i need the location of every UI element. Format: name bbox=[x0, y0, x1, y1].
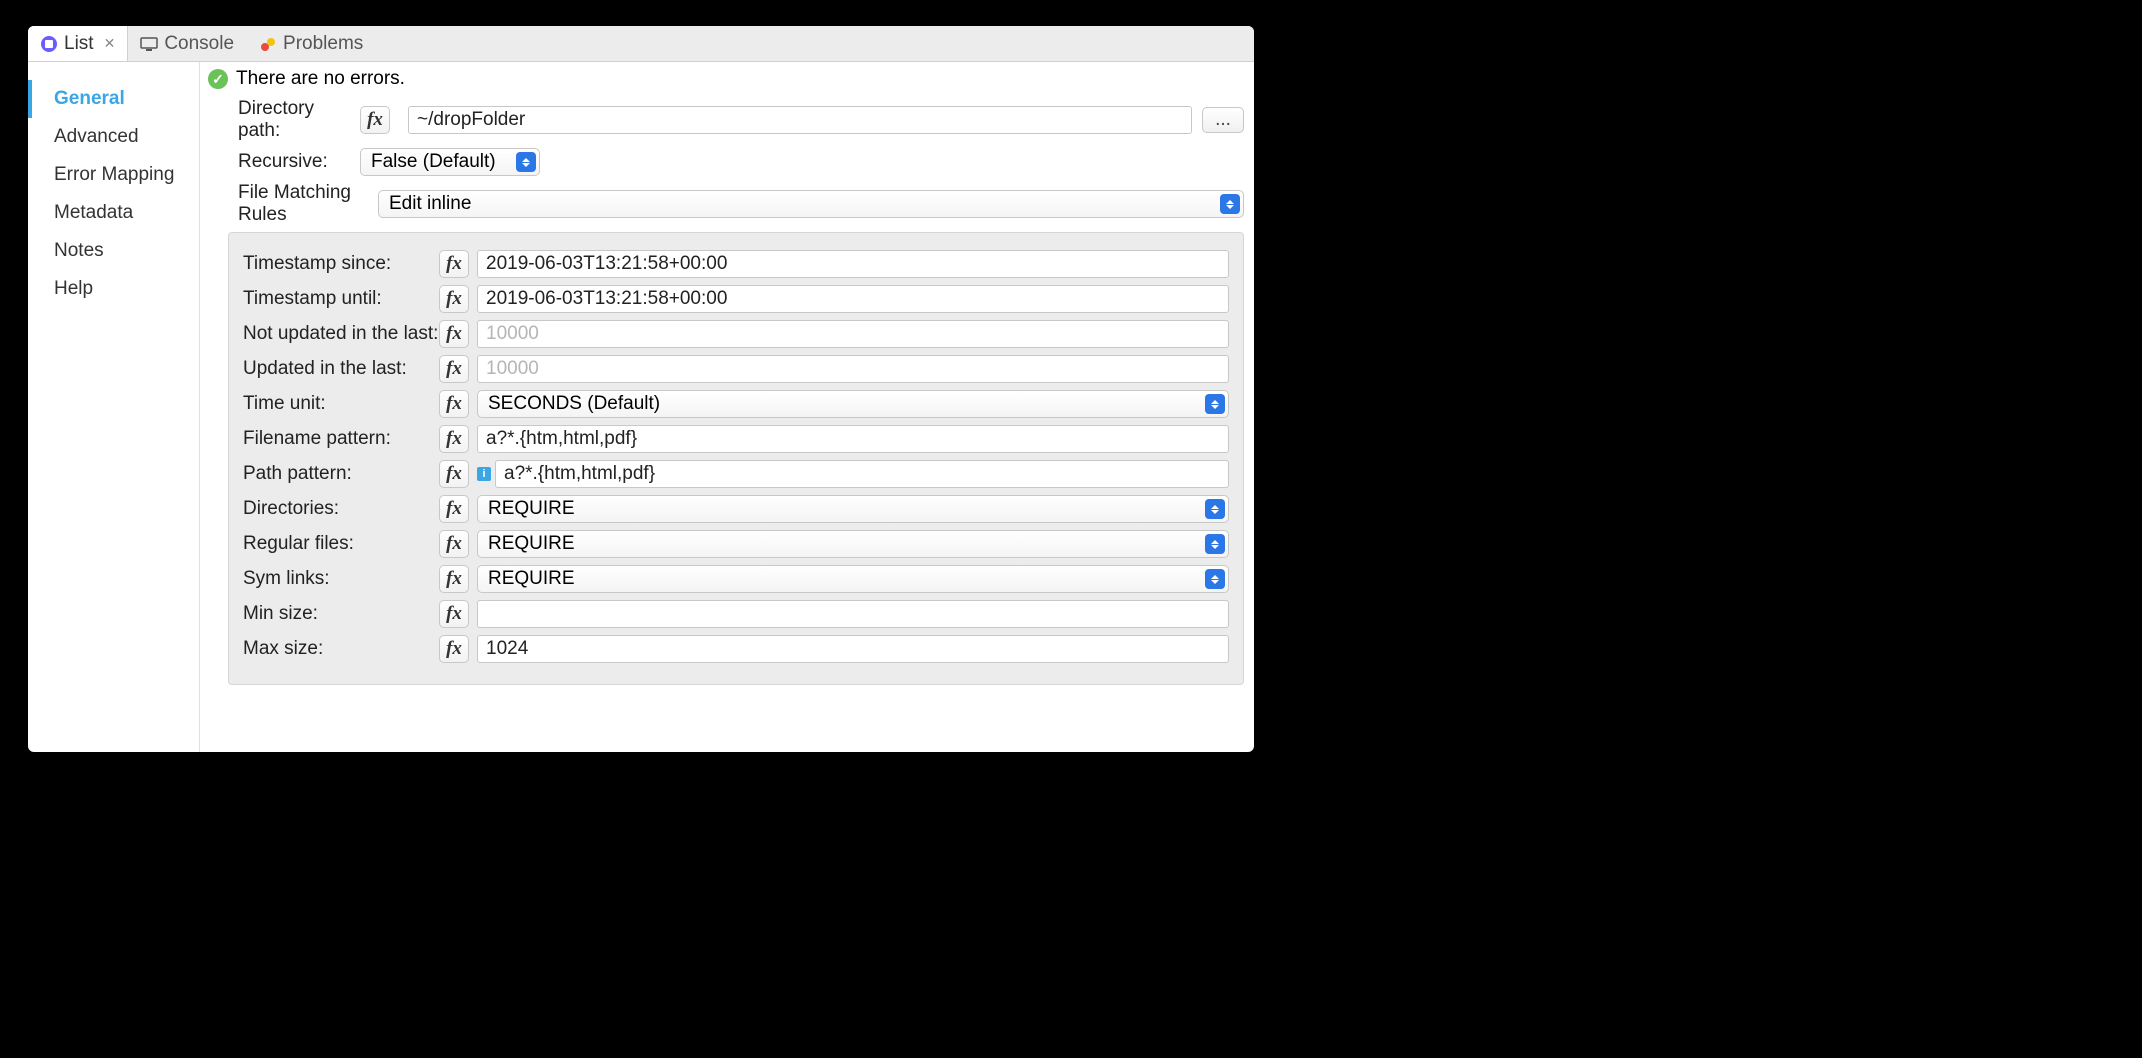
row-max-size: Max size: fx 1024 bbox=[243, 635, 1229, 663]
path-pattern-input[interactable]: a?*.{htm,html,pdf} bbox=[495, 460, 1229, 488]
row-directory-path: Directory path: fx ~/dropFolder ... bbox=[210, 98, 1244, 142]
sym-links-label: Sym links: bbox=[243, 568, 439, 590]
fx-icon[interactable]: fx bbox=[439, 425, 469, 453]
timestamp-until-input[interactable]: 2019-06-03T13:21:58+00:00 bbox=[477, 285, 1229, 313]
row-min-size: Min size: fx bbox=[243, 600, 1229, 628]
fx-icon[interactable]: fx bbox=[439, 320, 469, 348]
fx-icon[interactable]: fx bbox=[439, 530, 469, 558]
tab-problems[interactable]: Problems bbox=[247, 26, 376, 61]
timestamp-since-input[interactable]: 2019-06-03T13:21:58+00:00 bbox=[477, 250, 1229, 278]
body: General Advanced Error Mapping Metadata … bbox=[28, 62, 1254, 752]
row-updated: Updated in the last: fx 10000 bbox=[243, 355, 1229, 383]
row-time-unit: Time unit: fx SECONDS (Default) bbox=[243, 390, 1229, 418]
console-icon bbox=[140, 35, 158, 53]
app-window: List ✕ Console Problems General Advanced… bbox=[28, 26, 1254, 752]
directory-path-input[interactable]: ~/dropFolder bbox=[408, 106, 1192, 134]
tab-label: List bbox=[64, 33, 94, 55]
min-size-input[interactable] bbox=[477, 600, 1229, 628]
fx-icon[interactable]: fx bbox=[439, 390, 469, 418]
fx-icon[interactable]: fx bbox=[360, 106, 390, 134]
regular-files-value: REQUIRE bbox=[488, 533, 575, 555]
sidebar-item-error-mapping[interactable]: Error Mapping bbox=[28, 156, 199, 194]
tab-label: Console bbox=[164, 33, 234, 55]
tab-list[interactable]: List ✕ bbox=[28, 26, 128, 61]
sidebar-item-advanced[interactable]: Advanced bbox=[28, 118, 199, 156]
updated-label: Updated in the last: bbox=[243, 358, 439, 380]
list-tab-icon bbox=[40, 35, 58, 53]
fx-icon[interactable]: fx bbox=[439, 600, 469, 628]
sidebar-item-metadata[interactable]: Metadata bbox=[28, 194, 199, 232]
time-unit-select[interactable]: SECONDS (Default) bbox=[477, 390, 1229, 418]
sidebar-item-general[interactable]: General bbox=[28, 80, 199, 118]
time-unit-label: Time unit: bbox=[243, 393, 439, 415]
chevron-updown-icon bbox=[1205, 499, 1225, 519]
tab-label: Problems bbox=[283, 33, 363, 55]
close-icon[interactable]: ✕ bbox=[100, 35, 116, 52]
directory-path-label: Directory path: bbox=[210, 98, 360, 142]
main-pane: ✓ There are no errors. Directory path: f… bbox=[200, 62, 1254, 752]
fx-icon[interactable]: fx bbox=[439, 460, 469, 488]
file-matching-label: File Matching Rules bbox=[210, 182, 378, 226]
sym-links-select[interactable]: REQUIRE bbox=[477, 565, 1229, 593]
problems-icon bbox=[259, 35, 277, 53]
row-filename-pattern: Filename pattern: fx a?*.{htm,html,pdf} bbox=[243, 425, 1229, 453]
max-size-input[interactable]: 1024 bbox=[477, 635, 1229, 663]
status-ok-icon: ✓ bbox=[208, 69, 228, 89]
file-matching-panel: Timestamp since: fx 2019-06-03T13:21:58+… bbox=[228, 232, 1244, 685]
recursive-label: Recursive: bbox=[210, 151, 360, 173]
min-size-label: Min size: bbox=[243, 603, 439, 625]
directories-value: REQUIRE bbox=[488, 498, 575, 520]
tab-console[interactable]: Console bbox=[128, 26, 247, 61]
row-not-updated: Not updated in the last: fx 10000 bbox=[243, 320, 1229, 348]
chevron-updown-icon bbox=[1220, 194, 1240, 214]
fx-icon[interactable]: fx bbox=[439, 565, 469, 593]
sym-links-value: REQUIRE bbox=[488, 568, 575, 590]
row-recursive: Recursive: False (Default) bbox=[210, 148, 1244, 176]
filename-pattern-input[interactable]: a?*.{htm,html,pdf} bbox=[477, 425, 1229, 453]
regular-files-label: Regular files: bbox=[243, 533, 439, 555]
directories-select[interactable]: REQUIRE bbox=[477, 495, 1229, 523]
sidebar-item-notes[interactable]: Notes bbox=[28, 232, 199, 270]
recursive-select[interactable]: False (Default) bbox=[360, 148, 540, 176]
row-timestamp-since: Timestamp since: fx 2019-06-03T13:21:58+… bbox=[243, 250, 1229, 278]
filename-pattern-label: Filename pattern: bbox=[243, 428, 439, 450]
row-sym-links: Sym links: fx REQUIRE bbox=[243, 565, 1229, 593]
fx-icon[interactable]: fx bbox=[439, 635, 469, 663]
updated-input[interactable]: 10000 bbox=[477, 355, 1229, 383]
row-file-matching: File Matching Rules Edit inline bbox=[210, 182, 1244, 226]
timestamp-until-label: Timestamp until: bbox=[243, 288, 439, 310]
fx-icon[interactable]: fx bbox=[439, 250, 469, 278]
fx-icon[interactable]: fx bbox=[439, 285, 469, 313]
recursive-value: False (Default) bbox=[371, 151, 496, 173]
directories-label: Directories: bbox=[243, 498, 439, 520]
not-updated-input[interactable]: 10000 bbox=[477, 320, 1229, 348]
row-path-pattern: Path pattern: fx i a?*.{htm,html,pdf} bbox=[243, 460, 1229, 488]
path-pattern-label: Path pattern: bbox=[243, 463, 439, 485]
tab-strip: List ✕ Console Problems bbox=[28, 26, 1254, 62]
chevron-updown-icon bbox=[1205, 394, 1225, 414]
sidebar: General Advanced Error Mapping Metadata … bbox=[28, 62, 200, 752]
max-size-label: Max size: bbox=[243, 638, 439, 660]
chevron-updown-icon bbox=[1205, 569, 1225, 589]
top-form: Directory path: fx ~/dropFolder ... Recu… bbox=[200, 98, 1254, 226]
time-unit-value: SECONDS (Default) bbox=[488, 393, 660, 415]
timestamp-since-label: Timestamp since: bbox=[243, 253, 439, 275]
chevron-updown-icon bbox=[1205, 534, 1225, 554]
fx-icon[interactable]: fx bbox=[439, 355, 469, 383]
file-matching-value: Edit inline bbox=[389, 193, 471, 215]
row-regular-files: Regular files: fx REQUIRE bbox=[243, 530, 1229, 558]
not-updated-label: Not updated in the last: bbox=[243, 323, 439, 345]
fx-icon[interactable]: fx bbox=[439, 495, 469, 523]
file-matching-select[interactable]: Edit inline bbox=[378, 190, 1244, 218]
row-timestamp-until: Timestamp until: fx 2019-06-03T13:21:58+… bbox=[243, 285, 1229, 313]
row-directories: Directories: fx REQUIRE bbox=[243, 495, 1229, 523]
status-bar: ✓ There are no errors. bbox=[200, 62, 1254, 92]
info-icon[interactable]: i bbox=[477, 467, 491, 481]
sidebar-item-help[interactable]: Help bbox=[28, 270, 199, 308]
browse-button[interactable]: ... bbox=[1202, 107, 1244, 133]
status-text: There are no errors. bbox=[236, 68, 405, 90]
chevron-updown-icon bbox=[516, 152, 536, 172]
regular-files-select[interactable]: REQUIRE bbox=[477, 530, 1229, 558]
